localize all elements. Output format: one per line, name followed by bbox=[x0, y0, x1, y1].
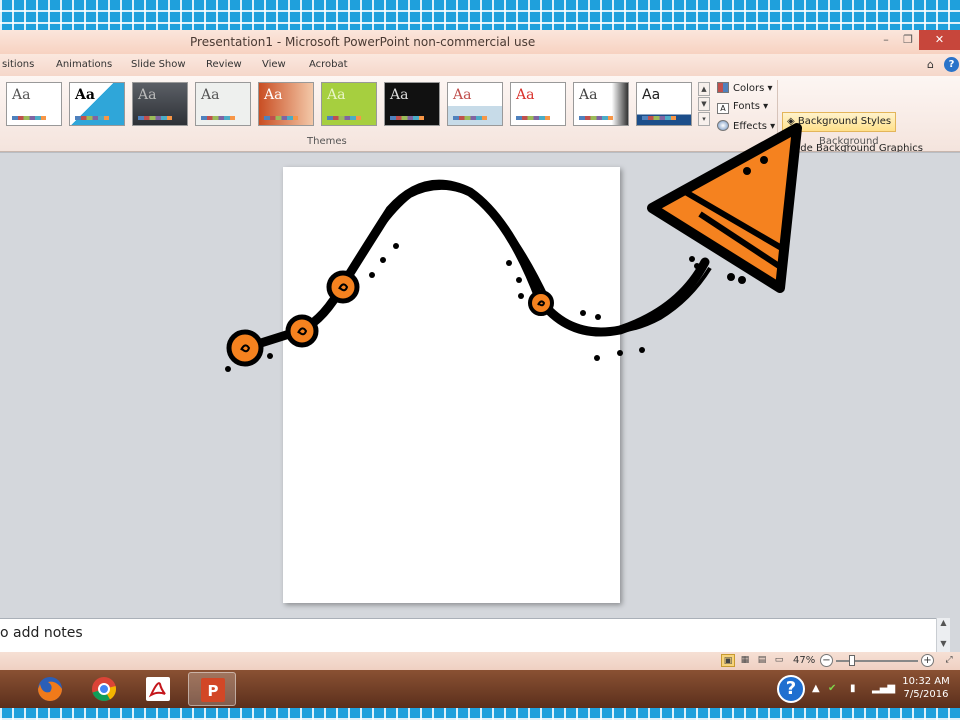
close-button[interactable]: ✕ bbox=[919, 30, 960, 50]
themes-scroll-up-icon[interactable]: ▲ bbox=[698, 82, 710, 96]
fit-to-window-icon[interactable]: ⤢ bbox=[942, 654, 956, 667]
notes-pane[interactable]: o add notes bbox=[0, 618, 936, 652]
theme-thumbnail[interactable]: Aa bbox=[69, 82, 125, 126]
themes-more-icon[interactable]: ▾ bbox=[698, 112, 710, 126]
theme-thumbnail[interactable]: Aa bbox=[510, 82, 566, 126]
tab-transitions[interactable]: sitions bbox=[2, 59, 34, 70]
security-tray-icon[interactable]: ✔ bbox=[828, 683, 836, 694]
theme-thumbnail[interactable]: Aa bbox=[447, 82, 503, 126]
themes-group-label: Themes bbox=[307, 136, 347, 147]
effects-button[interactable]: Effects ▾ bbox=[717, 120, 775, 132]
chrome-taskbar-icon[interactable] bbox=[80, 672, 128, 706]
taskbar: P ? ▲ ✔ ▮ ▂▄▆ 10:32 AM 7/5/2016 bbox=[0, 670, 960, 708]
start-button[interactable] bbox=[0, 672, 18, 706]
zoom-out-button[interactable]: − bbox=[820, 654, 833, 667]
status-bar: ▣ ▦ ▤ ▭ 47% − + ⤢ bbox=[0, 652, 960, 670]
title-bar: Presentation1 - Microsoft PowerPoint non… bbox=[0, 30, 960, 54]
scroll-up-icon[interactable]: ▲ bbox=[937, 618, 950, 627]
clock-time: 10:32 AM bbox=[902, 676, 950, 687]
ribbon-minimize-icon[interactable]: ⌂ bbox=[927, 58, 934, 71]
help-icon[interactable]: ? bbox=[944, 57, 959, 72]
slide-workspace bbox=[0, 152, 960, 648]
scroll-down-icon[interactable]: ▼ bbox=[937, 639, 950, 648]
tab-view[interactable]: View bbox=[262, 59, 286, 70]
group-divider bbox=[777, 80, 778, 146]
theme-thumbnail[interactable]: Aa bbox=[132, 82, 188, 126]
tab-animations[interactable]: Animations bbox=[56, 59, 112, 70]
theme-thumbnail[interactable]: Aa bbox=[258, 82, 314, 126]
colors-icon bbox=[717, 82, 729, 93]
tab-review[interactable]: Review bbox=[206, 59, 242, 70]
theme-thumbnail[interactable]: Aa bbox=[636, 82, 692, 126]
zoom-in-button[interactable]: + bbox=[921, 654, 934, 667]
powerpoint-window: Presentation1 - Microsoft PowerPoint non… bbox=[0, 30, 960, 708]
device-tray-icon[interactable]: ▮ bbox=[850, 683, 856, 694]
show-hidden-icons-icon[interactable]: ▲ bbox=[812, 683, 820, 694]
theme-thumbnail[interactable]: Aa bbox=[195, 82, 251, 126]
reading-view-icon[interactable]: ▤ bbox=[755, 654, 769, 667]
notes-scrollbar[interactable]: ▲ ▼ bbox=[936, 618, 950, 652]
tab-slide-show[interactable]: Slide Show bbox=[131, 59, 186, 70]
slide-canvas[interactable] bbox=[283, 167, 620, 603]
themes-scroll-down-icon[interactable]: ▼ bbox=[698, 97, 710, 111]
normal-view-icon[interactable]: ▣ bbox=[721, 654, 735, 667]
background-styles-button[interactable]: ◈ Background Styles ▾ bbox=[782, 112, 896, 145]
ribbon: Aa Aa Aa Aa Aa Aa Aa Aa Aa Aa Aa ▲ ▼ ▾ T… bbox=[0, 76, 960, 154]
theme-thumbnail[interactable]: Aa bbox=[321, 82, 377, 126]
acrobat-taskbar-icon[interactable] bbox=[134, 672, 182, 706]
restore-button[interactable]: ❐ bbox=[897, 30, 919, 50]
svg-text:P: P bbox=[208, 682, 219, 700]
slide-sorter-icon[interactable]: ▦ bbox=[738, 654, 752, 667]
effects-icon bbox=[717, 120, 729, 131]
tray-clock[interactable]: 10:32 AM 7/5/2016 bbox=[896, 675, 956, 701]
network-signal-icon[interactable]: ▂▄▆ bbox=[872, 683, 895, 694]
powerpoint-taskbar-icon[interactable]: P bbox=[188, 672, 236, 706]
clock-date: 7/5/2016 bbox=[903, 689, 949, 700]
window-title: Presentation1 - Microsoft PowerPoint non… bbox=[190, 35, 536, 49]
background-group-label: Background bbox=[819, 136, 879, 147]
colors-button[interactable]: Colors ▾ bbox=[717, 82, 773, 94]
fonts-icon: A bbox=[717, 103, 729, 114]
tray-help-icon[interactable]: ? bbox=[777, 675, 805, 703]
paint-bucket-icon: ◈ bbox=[787, 116, 795, 127]
zoom-level[interactable]: 47% bbox=[793, 655, 815, 666]
theme-thumbnail[interactable]: Aa bbox=[6, 82, 62, 126]
theme-thumbnail[interactable]: Aa bbox=[384, 82, 440, 126]
tab-acrobat[interactable]: Acrobat bbox=[309, 59, 348, 70]
slideshow-view-icon[interactable]: ▭ bbox=[772, 654, 786, 667]
fonts-button[interactable]: A Fonts ▾ bbox=[717, 101, 768, 114]
ribbon-tabs: sitions Animations Slide Show Review Vie… bbox=[0, 54, 960, 76]
firefox-taskbar-icon[interactable] bbox=[26, 672, 74, 706]
notes-placeholder: o add notes bbox=[0, 625, 83, 641]
theme-thumbnail[interactable]: Aa bbox=[573, 82, 629, 126]
zoom-slider-thumb[interactable] bbox=[849, 655, 855, 666]
minimize-button[interactable]: – bbox=[875, 30, 897, 50]
